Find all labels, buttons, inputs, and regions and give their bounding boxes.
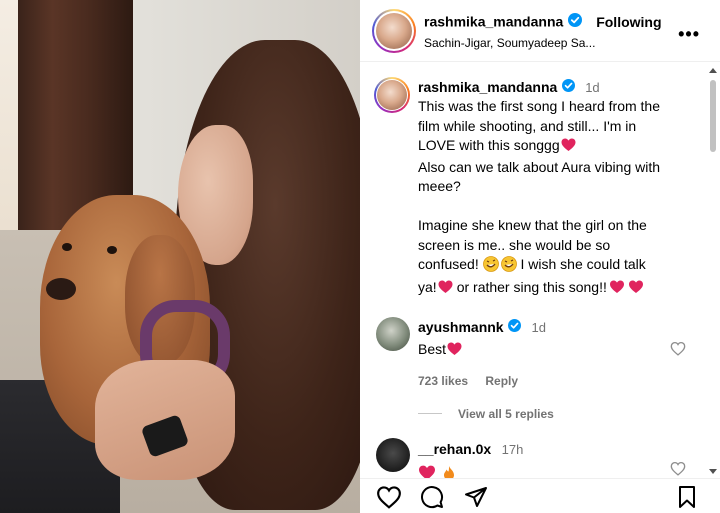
caption-avatar[interactable] xyxy=(374,77,410,113)
comment-username[interactable]: __rehan.0x xyxy=(418,441,491,457)
caption-line: meee? xyxy=(418,178,461,195)
comment-likes[interactable]: 723 likes xyxy=(418,374,468,388)
red-heart-icon xyxy=(438,280,453,300)
send-icon[interactable] xyxy=(463,485,489,513)
bookmark-icon[interactable] xyxy=(676,485,698,513)
caption-line: Imagine she knew that the girl on the xyxy=(418,217,647,234)
comment-username[interactable]: ayushmannk xyxy=(418,319,504,335)
verified-icon xyxy=(567,13,582,32)
post-header: rashmika_mandanna Following Sachin-Jigar… xyxy=(360,0,720,62)
comment-text: Best xyxy=(418,340,678,362)
verified-icon xyxy=(508,319,522,337)
post-side-panel: rashmika_mandanna Following Sachin-Jigar… xyxy=(360,0,720,513)
heart-exclamation-icon xyxy=(609,280,625,300)
author-avatar[interactable] xyxy=(372,9,416,53)
caption-line: This was the first song I heard from the xyxy=(418,98,660,115)
audio-attribution[interactable]: Sachin-Jigar, Soumyadeep Sa... xyxy=(424,36,595,50)
photo-dog-eye-right xyxy=(107,246,117,254)
view-replies-button[interactable]: View all 5 replies xyxy=(458,407,554,421)
photo-dog-nose xyxy=(46,278,76,300)
comment-item: __rehan.0x 17h xyxy=(418,441,523,478)
red-heart-icon xyxy=(447,342,462,362)
caption-line: LOVE with this songgg xyxy=(418,136,698,158)
comment-timestamp[interactable]: 1d xyxy=(532,320,546,335)
caption-username[interactable]: rashmika_mandanna xyxy=(418,79,557,95)
comment-timestamp[interactable]: 17h xyxy=(502,442,524,457)
view-replies-row[interactable]: View all 5 replies xyxy=(418,405,554,423)
comment-item: ayushmannk 1d Best 723 likes Reply xyxy=(418,319,678,388)
verified-icon xyxy=(561,79,575,97)
heart-face-icon xyxy=(418,465,436,478)
heart-icon[interactable] xyxy=(376,485,402,513)
scroll-down-arrow-icon[interactable] xyxy=(709,469,717,474)
comment-avatar[interactable] xyxy=(376,317,410,351)
author-username[interactable]: rashmika_mandanna xyxy=(424,14,563,30)
comment-emojis xyxy=(418,465,523,478)
heart-exclamation-icon xyxy=(628,280,644,300)
caption-line: ya! or rather sing this song!! xyxy=(418,278,698,300)
caption-text: This was the first song I heard from the… xyxy=(418,97,698,299)
comment-avatar[interactable] xyxy=(376,438,410,472)
red-heart-icon xyxy=(561,138,576,158)
scroll-up-arrow-icon[interactable] xyxy=(709,68,717,73)
comment-meta: 723 likes Reply xyxy=(418,374,678,388)
reply-button[interactable]: Reply xyxy=(485,374,518,388)
photo-dog-eye-left xyxy=(62,243,72,251)
caption-line: film while shooting, and still... I'm in xyxy=(418,117,637,134)
comment-like-heart-icon[interactable] xyxy=(670,341,686,361)
following-button[interactable]: Following xyxy=(596,14,661,30)
caption-block: rashmika_mandanna 1d This was the first … xyxy=(418,79,698,299)
post-actions-bar xyxy=(360,478,720,513)
comment-icon[interactable] xyxy=(419,485,445,513)
caption-line: Also can we talk about Aura vibing with xyxy=(418,158,661,175)
post-image[interactable] xyxy=(0,0,360,513)
caption-timestamp[interactable]: 1d xyxy=(585,80,599,95)
fire-icon xyxy=(442,465,456,478)
caption-line: screen is me.. she would be so xyxy=(418,236,611,253)
scroll-thumb[interactable] xyxy=(710,80,716,152)
replies-divider xyxy=(418,413,442,415)
rofl-emoji-icon xyxy=(500,256,517,278)
caption-line: confused! I wish she could talk xyxy=(418,255,698,278)
comment-like-heart-icon[interactable] xyxy=(670,461,686,478)
comments-scrollbar[interactable] xyxy=(708,66,718,476)
more-options-icon[interactable]: ••• xyxy=(678,24,700,45)
rofl-emoji-icon xyxy=(482,256,499,278)
comments-scroll-area[interactable]: rashmika_mandanna 1d This was the first … xyxy=(360,63,720,478)
